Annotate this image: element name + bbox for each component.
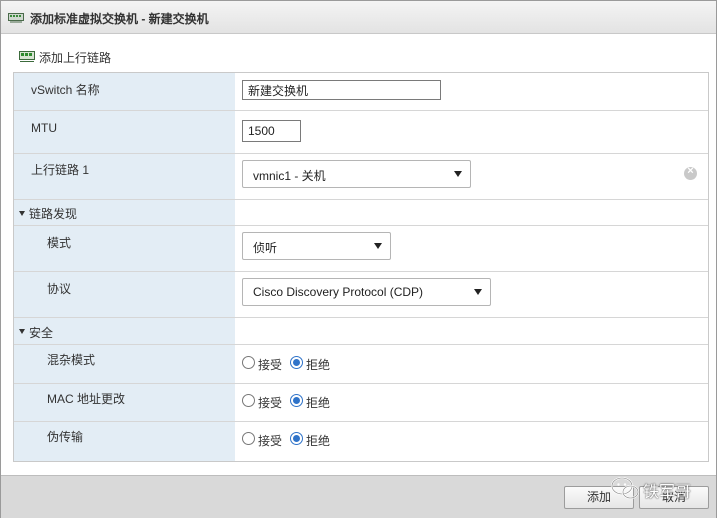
uplink1-selected-value: vmnic1 - 关机 [253, 169, 326, 183]
mac-change-label: MAC 地址更改 [47, 392, 126, 406]
dropdown-arrow-icon [454, 171, 462, 177]
security-label: 安全 [29, 326, 54, 340]
uplink1-select[interactable]: vmnic1 - 关机 [242, 160, 471, 188]
mtu-row: MTU [14, 111, 708, 154]
discovery-protocol-select[interactable]: Cisco Discovery Protocol (CDP) [242, 278, 491, 306]
discovery-protocol-row: 协议 Cisco Discovery Protocol (CDP) [14, 272, 708, 318]
caret-down-icon [19, 329, 25, 334]
forged-transmits-row: 伪传输 接受 拒绝 [14, 422, 708, 461]
uplink1-row: 上行链路 1 vmnic1 - 关机 × [14, 154, 708, 200]
forged-transmits-reject-label[interactable]: 拒绝 [306, 432, 330, 449]
vswitch-name-input[interactable] [242, 80, 441, 100]
link-discovery-label: 链路发现 [29, 207, 78, 221]
forged-transmits-label: 伪传输 [47, 430, 84, 444]
promiscuous-reject-label[interactable]: 拒绝 [306, 356, 330, 373]
clear-circle-icon[interactable]: × [684, 165, 697, 180]
promiscuous-reject-radio[interactable] [290, 356, 303, 369]
promiscuous-accept-label[interactable]: 接受 [258, 356, 282, 373]
caret-down-icon [19, 211, 25, 216]
add-uplink-label: 添加上行链路 [39, 51, 112, 65]
network-adapter-add-icon [19, 49, 35, 63]
link-discovery-section[interactable]: 链路发现 [14, 200, 708, 226]
forged-transmits-accept-label[interactable]: 接受 [258, 432, 282, 449]
dialog-footer: 添加 取消 [1, 475, 716, 518]
dialog-title: 添加标准虚拟交换机 - 新建交换机 [30, 12, 209, 26]
mac-change-accept-label[interactable]: 接受 [258, 394, 282, 411]
mtu-input[interactable] [242, 120, 301, 142]
discovery-mode-select[interactable]: 侦听 [242, 232, 391, 260]
vswitch-name-row: vSwitch 名称 [14, 73, 708, 111]
promiscuous-mode-label: 混杂模式 [47, 353, 96, 367]
uplink1-label: 上行链路 1 [31, 163, 90, 177]
watermark-text: 铁军哥 [643, 484, 692, 501]
discovery-mode-label: 模式 [47, 236, 72, 250]
virtual-switch-icon [8, 10, 24, 24]
mac-change-accept-radio[interactable] [242, 394, 255, 407]
dialog-titlebar: 添加标准虚拟交换机 - 新建交换机 [1, 1, 716, 34]
discovery-mode-row: 模式 侦听 [14, 226, 708, 272]
dropdown-arrow-icon [374, 243, 382, 249]
mtu-label: MTU [31, 121, 57, 135]
promiscuous-mode-row: 混杂模式 接受 拒绝 [14, 345, 708, 384]
vswitch-name-label: vSwitch 名称 [31, 83, 100, 97]
mac-change-row: MAC 地址更改 接受 拒绝 [14, 384, 708, 422]
discovery-protocol-selected-value: Cisco Discovery Protocol (CDP) [253, 285, 424, 299]
vswitch-settings-form: vSwitch 名称 MTU 上行链路 1 vmnic1 - 关机 × [13, 72, 709, 462]
mac-change-reject-label[interactable]: 拒绝 [306, 394, 330, 411]
discovery-mode-selected-value: 侦听 [253, 241, 278, 255]
forged-transmits-accept-radio[interactable] [242, 432, 255, 445]
security-section[interactable]: 安全 [14, 318, 708, 345]
mac-change-reject-radio[interactable] [290, 394, 303, 407]
discovery-protocol-label: 协议 [47, 282, 72, 296]
promiscuous-accept-radio[interactable] [242, 356, 255, 369]
add-vswitch-dialog: 添加标准虚拟交换机 - 新建交换机 添加上行链路 vSwitch 名称 MTU [0, 0, 717, 518]
wechat-logo-icon [611, 476, 639, 500]
dropdown-arrow-icon [474, 289, 482, 295]
forged-transmits-reject-radio[interactable] [290, 432, 303, 445]
